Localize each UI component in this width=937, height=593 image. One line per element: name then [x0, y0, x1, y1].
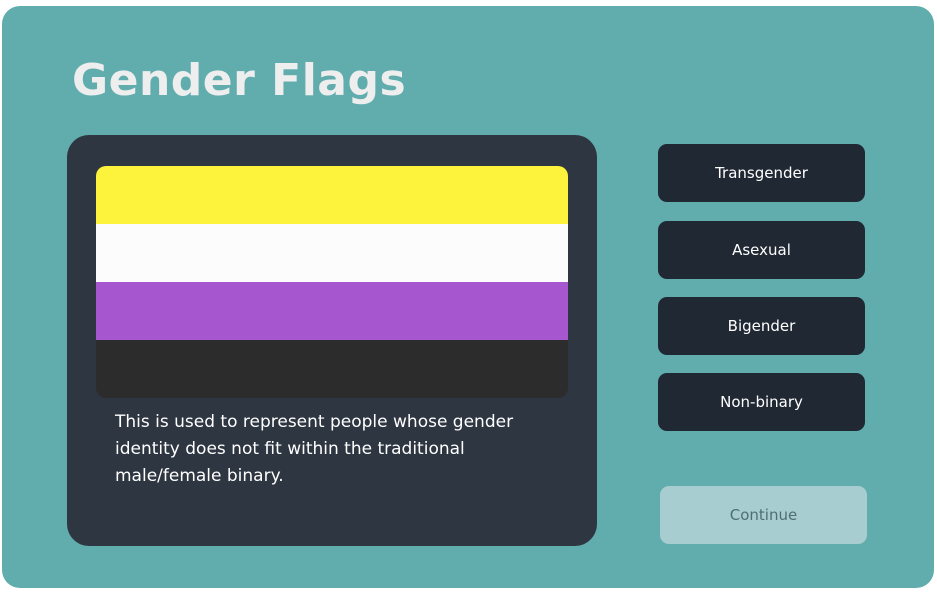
option-bigender-button[interactable]: Bigender [658, 297, 865, 355]
page-title: Gender Flags [72, 55, 407, 106]
continue-button[interactable]: Continue [660, 486, 867, 544]
option-transgender-button[interactable]: Transgender [658, 144, 865, 202]
flag-stripe-3 [96, 282, 568, 340]
flag-description: This is used to represent people whose g… [115, 412, 514, 486]
option-asexual-button[interactable]: Asexual [658, 221, 865, 279]
flag-stripe-2 [96, 224, 568, 282]
flag-card: This is used to represent people whose g… [67, 135, 597, 546]
flag-stripe-1 [96, 166, 568, 224]
flag-stripe-4 [96, 340, 568, 398]
flag-image [96, 166, 568, 398]
option-non-binary-button[interactable]: Non-binary [658, 373, 865, 431]
